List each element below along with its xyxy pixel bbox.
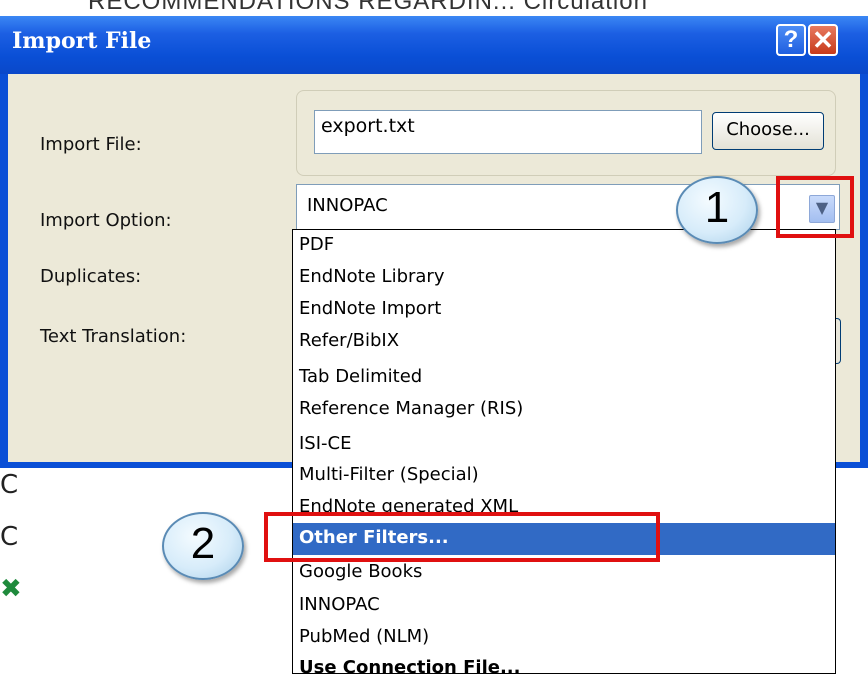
dialog-title: Import File (12, 28, 152, 54)
text-translation-label: Text Translation: (40, 326, 187, 347)
close-button[interactable]: ✕ (808, 24, 838, 56)
import-option-select[interactable]: INNOPAC ▼ (296, 184, 840, 230)
import-file-label: Import File: (40, 134, 142, 155)
option-innopac[interactable]: INNOPAC (293, 590, 835, 622)
import-option-dropdown: PDF EndNote Library EndNote Import Refer… (292, 229, 836, 674)
import-option-value: INNOPAC (307, 195, 388, 216)
option-pubmed-nlm[interactable]: PubMed (NLM) (293, 622, 835, 654)
background-glyph: C (0, 522, 19, 552)
background-header-text: RECOMMENDATIONS REGARDIN... Circulation (88, 0, 648, 15)
help-button[interactable]: ? (776, 24, 806, 56)
option-multi-filter[interactable]: Multi-Filter (Special) (293, 460, 835, 492)
option-tab-delimited[interactable]: Tab Delimited (293, 362, 835, 394)
step-2-callout: 2 (162, 512, 244, 580)
step-1-callout: 1 (676, 176, 758, 244)
option-reference-manager-ris[interactable]: Reference Manager (RIS) (293, 394, 835, 426)
choose-button[interactable]: Choose... (712, 112, 824, 150)
option-endnote-library[interactable]: EndNote Library (293, 262, 835, 294)
other-filters-highlight (264, 512, 660, 562)
import-option-label: Import Option: (40, 210, 172, 231)
option-pdf[interactable]: PDF (293, 230, 835, 262)
option-use-connection-file[interactable]: Use Connection File... (293, 653, 835, 673)
import-file-input[interactable]: export.txt (314, 110, 702, 154)
background-left-content: C C ✖ (0, 470, 40, 670)
option-endnote-import[interactable]: EndNote Import (293, 294, 835, 326)
background-glyph: C (0, 470, 19, 500)
duplicates-label: Duplicates: (40, 266, 142, 287)
option-isi-ce[interactable]: ISI-CE (293, 429, 835, 461)
dropdown-arrow-highlight (776, 176, 854, 238)
dialog-titlebar[interactable]: Import File ? ✕ (0, 16, 868, 74)
background-glyph: ✖ (0, 574, 22, 604)
option-refer-bibix[interactable]: Refer/BibIX (293, 326, 835, 358)
